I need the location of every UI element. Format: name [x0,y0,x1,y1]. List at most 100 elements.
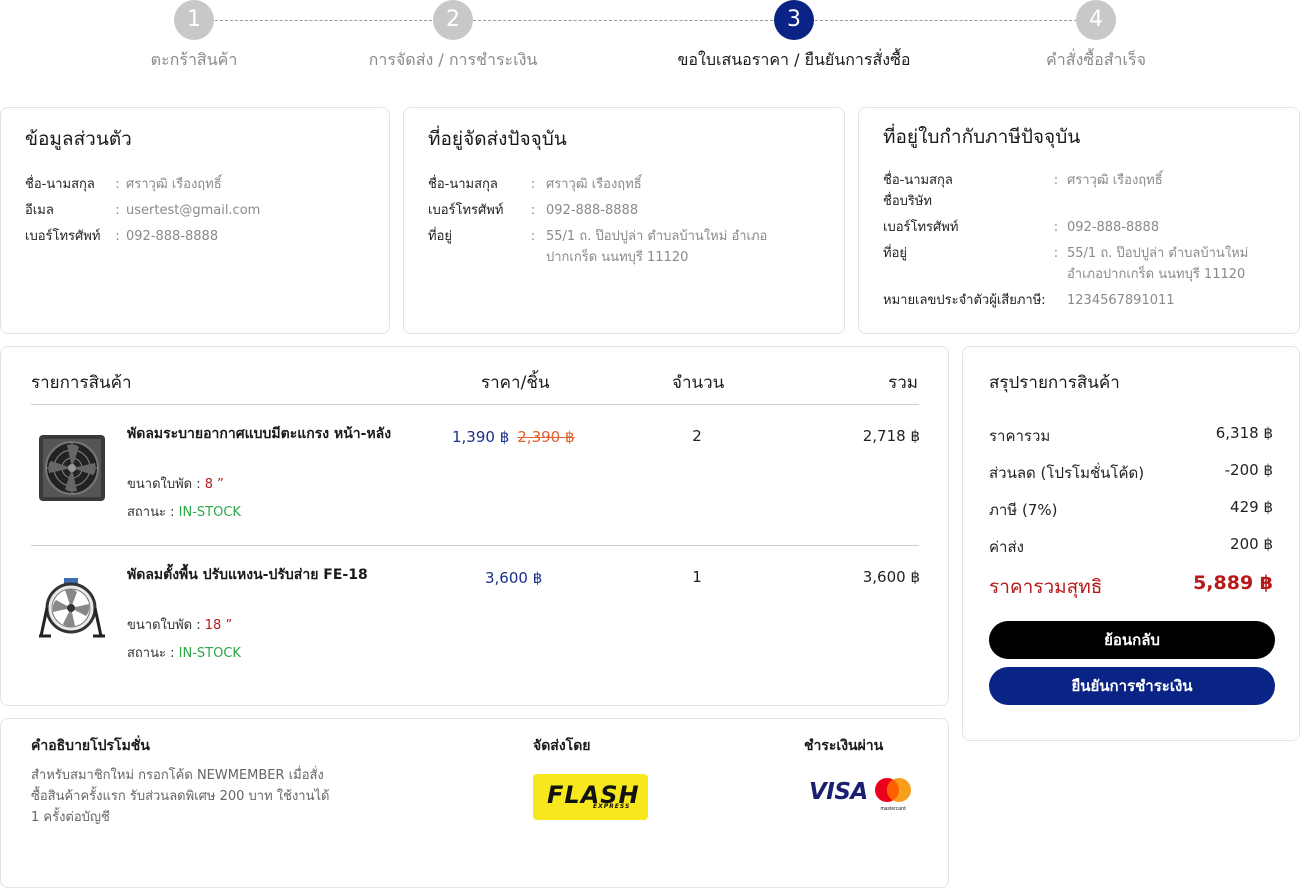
separator: : [1053,173,1059,188]
step-number: 4 [1076,0,1116,40]
separator: : [115,203,120,218]
unit-price: 1,390 ฿ 2,390 ฿ [452,427,575,446]
field-value: 55/1 ถ. ป๊อปปูล่า ตำบลบ้านใหม่ อำเภอปากเ… [546,229,768,265]
step-confirm-order: 3 ขอใบเสนอราคา / ยืนยันการสั่งซื้อ [664,0,924,73]
separator: : [530,177,536,192]
taxid-row: หมายเลขประจำตัวผู้เสียภาษี: 123456789101… [883,290,1275,311]
product-row: พัดลมตั้งพื้น ปรับแหงน-ปรับส่าย FE-18 ขน… [1,546,950,676]
field-label: หมายเลขประจำตัวผู้เสียภาษี: [883,293,1046,308]
back-button[interactable]: ย้อนกลับ [989,621,1275,659]
floor-fan-image[interactable] [37,574,107,644]
net-total-row: ราคารวมสุทธิ 5,889 ฿ [989,572,1273,602]
field-value: ศราวุฒิ เรืองฤทธิ์ [546,177,642,192]
step-cart[interactable]: 1 ตะกร้าสินค้า [64,0,324,73]
step-order-complete: 4 คำสั่งซื้อสำเร็จ [966,0,1226,73]
mastercard-logo: mastercard [875,778,911,812]
summary-value: 6,318 ฿ [1215,424,1273,442]
step-number: 1 [174,0,214,40]
product-list-card: รายการสินค้า ราคา/ชิ้น จำนวน รวม พัดลมระ… [0,346,949,706]
field-value: ศราวุฒิ เรืองฤทธิ์ [126,177,222,192]
field-value: 092-888-8888 [126,229,219,244]
separator: : [530,203,536,218]
field-label: ที่อยู่ [428,229,452,244]
separator: : [1053,246,1059,261]
net-total-label: ราคารวมสุทธิ [989,576,1103,598]
line-total: 3,600 ฿ [862,568,920,586]
attr-label: ขนาดใบพัด : [127,618,201,633]
step-shipping-payment[interactable]: 2 การจัดส่ง / การชำระเงิน [323,0,583,73]
col-header-item: รายการสินค้า [31,373,132,393]
shipping-carrier-title: จัดส่งโดย [533,738,591,754]
tax-address-card: ที่อยู่ใบกำกับภาษีปัจจุบัน ชื่อ-นามสกุล … [858,107,1300,334]
separator: : [1053,220,1059,235]
summary-value: 200 ฿ [1230,535,1273,553]
promo-shipping-payment-card: คำอธิบายโปรโมชั่น สำหรับสมาชิกใหม่ กรอกโ… [0,718,949,888]
unit-price: 3,600 ฿ [485,568,542,587]
col-header-qty: จำนวน [672,373,725,393]
card-title: ที่อยู่จัดส่งปัจจุบัน [428,128,567,150]
field-label: ชื่อ-นามสกุล [25,177,95,192]
stock-status: สถานะ : IN-STOCK [127,501,241,522]
field-label: ที่อยู่ [883,246,907,261]
field-value: ศราวุฒิ เรืองฤทธิ์ [1067,173,1163,188]
phone-row: เบอร์โทรศัพท์ : 092-888-8888 [25,226,365,247]
summary-value: 429 ฿ [1230,498,1273,516]
summary-label: ส่วนลด (โปรโมชั่นโค้ด) [989,464,1145,482]
attr-value: 8 ” [204,477,224,492]
checkout-stepper: 1 ตะกร้าสินค้า 2 การจัดส่ง / การชำระเงิน… [0,0,1300,80]
card-title: ที่อยู่ใบกำกับภาษีปัจจุบัน [883,126,1081,148]
current-price: 3,600 ฿ [485,569,543,587]
discount-row: ส่วนลด (โปรโมชั่นโค้ด) -200 ฿ [989,461,1273,485]
attr-label: สถานะ : [127,646,175,661]
product-name[interactable]: พัดลมระบายอากาศแบบมีตะแกรง หน้า-หลัง [127,425,402,443]
field-value: 1234567891011 [1067,293,1175,308]
field-value: 55/1 ถ. ป๊อปปูล่า ตำบลบ้านใหม่ อำเภอปากเ… [1067,246,1249,282]
step-label: การจัดส่ง / การชำระเงิน [368,50,538,69]
separator: : [530,229,536,244]
logo-subtext: EXPRESS [593,803,631,810]
name-row: ชื่อ-นามสกุล : ศราวุฒิ เรืองฤทธิ์ [883,170,1275,191]
line-total: 2,718 ฿ [862,427,920,445]
status-value: IN-STOCK [178,505,241,520]
summary-label: ภาษี (7%) [989,501,1058,519]
blade-size: ขนาดใบพัด : 8 ” [127,473,224,494]
exhaust-fan-image[interactable] [37,433,107,503]
address-row: ที่อยู่ : 55/1 ถ. ป๊อปปูล่า ตำบลบ้านใหม่… [883,243,1275,285]
payment-method-title: ชำระเงินผ่าน [804,738,884,754]
field-label: เบอร์โทรศัพท์ [25,229,101,244]
product-row: พัดลมระบายอากาศแบบมีตะแกรง หน้า-หลัง ขนา… [1,405,950,535]
step-label: ขอใบเสนอราคา / ยืนยันการสั่งซื้อ [677,50,911,69]
shipping-address-card: ที่อยู่จัดส่งปัจจุบัน ชื่อ-นามสกุล : ศรา… [403,107,845,334]
phone-row: เบอร์โทรศัพท์ : 092-888-8888 [428,200,820,221]
attr-value: 18 ” [204,618,233,633]
product-name[interactable]: พัดลมตั้งพื้น ปรับแหงน-ปรับส่าย FE-18 [127,566,402,584]
order-summary-card: สรุปรายการสินค้า ราคารวม 6,318 ฿ ส่วนลด … [962,346,1300,741]
personal-info-card: ข้อมูลส่วนตัว ชื่อ-นามสกุล : ศราวุฒิ เรื… [0,107,390,334]
name-row: ชื่อ-นามสกุล : ศราวุฒิ เรืองฤทธิ์ [25,174,365,195]
quantity: 2 [692,427,702,445]
summary-value: -200 ฿ [1224,461,1273,479]
confirm-payment-button[interactable]: ยืนยันการชำระเงิน [989,667,1275,705]
summary-label: ราคารวม [989,427,1051,445]
field-label: เบอร์โทรศัพท์ [883,220,959,235]
promo-title: คำอธิบายโปรโมชั่น [31,738,150,754]
field-label: ชื่อ-นามสกุล [883,173,953,188]
separator: : [115,229,120,244]
separator: : [115,177,120,192]
original-price: 2,390 ฿ [517,428,575,446]
summary-label: ค่าส่ง [989,538,1024,556]
field-label: อีเมล [25,203,54,218]
blade-size: ขนาดใบพัด : 18 ” [127,614,232,635]
step-number: 2 [433,0,473,40]
col-header-total: รวม [888,373,918,393]
status-value: IN-STOCK [178,646,241,661]
field-value: 092-888-8888 [1067,220,1160,235]
field-label: ชื่อบริษัท [883,194,933,209]
shipping-fee-row: ค่าส่ง 200 ฿ [989,535,1273,559]
field-value: 092-888-8888 [546,203,639,218]
step-number: 3 [774,0,814,40]
field-label: ชื่อ-นามสกุล [428,177,498,192]
company-row: ชื่อบริษัท [883,191,1275,212]
card-title: ข้อมูลส่วนตัว [25,128,132,150]
visa-logo: VISA [809,779,868,805]
